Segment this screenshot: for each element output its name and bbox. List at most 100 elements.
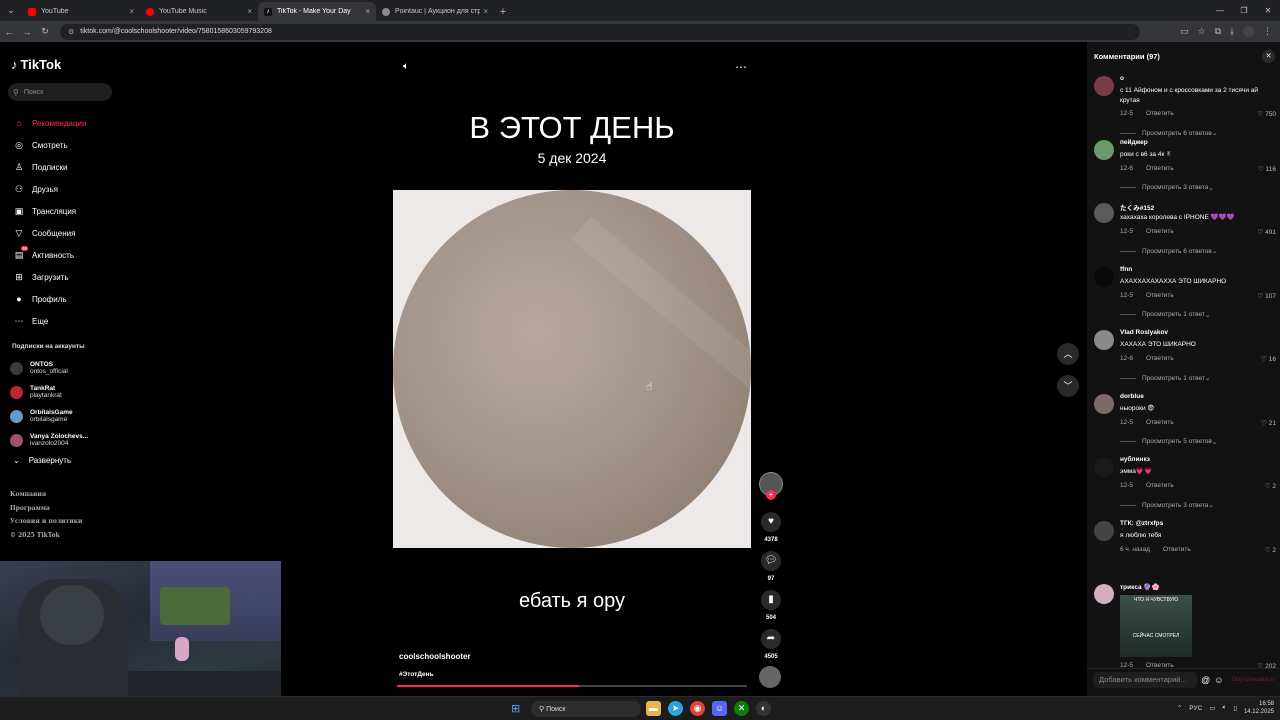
view-replies-button[interactable]: Просмотреть 1 ответ ⌄ [1120, 311, 1210, 319]
comment-username[interactable]: пейджер [1120, 139, 1148, 146]
taskbar-search[interactable]: ⚲ Поиск [531, 701, 641, 717]
tab-pointauc[interactable]: Pointauc | Аукцион для стрим... × [376, 2, 494, 21]
comment-like-button[interactable]: ♡ 2 [1265, 482, 1276, 490]
comment-like-button[interactable]: ♡ 2 [1265, 546, 1276, 554]
reply-button[interactable]: Ответить [1146, 419, 1174, 426]
forward-icon[interactable]: → [18, 27, 36, 37]
comment-username[interactable]: ffnn [1120, 266, 1132, 273]
avatar[interactable] [1094, 203, 1114, 223]
avatar[interactable] [1094, 330, 1114, 350]
view-replies-button[interactable]: Просмотреть 3 ответа ⌄ [1120, 184, 1214, 192]
reply-button[interactable]: Ответить [1163, 546, 1191, 553]
close-window-icon[interactable]: ✕ [1256, 0, 1280, 21]
close-tab-icon[interactable]: × [483, 7, 488, 16]
comment-username[interactable]: dorblue [1120, 393, 1144, 400]
nav-item[interactable]: ⊞ Загрузить [12, 266, 86, 288]
reply-button[interactable]: Ответить [1146, 110, 1174, 117]
reply-button[interactable]: Ответить [1146, 292, 1174, 299]
like-button[interactable]: ♥ 4378 [758, 512, 784, 543]
xbox-icon[interactable]: ✕ [734, 701, 749, 716]
telegram-icon[interactable]: ➤ [668, 701, 683, 716]
emoji-icon[interactable]: ☺ [1214, 675, 1223, 685]
video-player[interactable] [393, 190, 751, 548]
save-button[interactable]: ▮ 504 [758, 590, 784, 621]
file-explorer-icon[interactable]: ▬ [646, 701, 661, 716]
view-replies-button[interactable]: Просмотреть 3 ответа ⌄ [1120, 501, 1214, 509]
volume-icon[interactable]: 🔈︎ [403, 61, 409, 72]
nav-item[interactable]: ◎ Смотреть [12, 134, 86, 156]
comment-like-button[interactable]: ♡ 16 [1261, 355, 1276, 363]
avatar[interactable] [1094, 76, 1114, 96]
comment-username[interactable]: о [1120, 75, 1124, 82]
nav-item[interactable]: ⚇ Друзья [12, 178, 86, 200]
search-input[interactable]: ⚲ Поиск [8, 83, 112, 101]
reply-button[interactable]: Ответить [1146, 165, 1174, 172]
comment-like-button[interactable]: ♡ 491 [1258, 228, 1277, 236]
footer-link[interactable]: Программа [10, 502, 82, 516]
avatar[interactable] [1094, 584, 1114, 604]
avatar[interactable] [1094, 266, 1114, 287]
next-video-button[interactable]: ﹀ [1057, 375, 1079, 397]
battery-icon[interactable]: ▯ [1233, 704, 1237, 712]
maximize-icon[interactable]: ❐ [1232, 0, 1256, 21]
comment-button[interactable]: 💬︎ 97 [758, 551, 784, 582]
address-bar[interactable]: ⚙ tiktok.com/@coolschoolshooter/video/75… [60, 23, 1140, 40]
footer-link[interactable]: Компания [10, 488, 82, 502]
close-tab-icon[interactable]: × [247, 7, 252, 16]
minimize-icon[interactable]: — [1208, 0, 1232, 21]
tab-search-icon[interactable]: ⌄ [0, 0, 22, 21]
reload-icon[interactable]: ↻ [36, 26, 54, 37]
tab-youtube-music[interactable]: YouTube Music × [140, 2, 258, 21]
network-icon[interactable]: ▭ [1209, 704, 1215, 712]
windows-start-icon[interactable]: ⊞ [511, 703, 523, 715]
cast-icon[interactable]: ▭ [1180, 26, 1189, 37]
comment-like-button[interactable]: ♡ 107 [1258, 292, 1277, 300]
avatar[interactable] [1094, 393, 1114, 414]
nav-item[interactable]: ▤ 99 Активность [12, 244, 86, 266]
volume-tray-icon[interactable]: 🔈︎ [1222, 704, 1226, 712]
view-replies-button[interactable]: Просмотреть 6 ответов ⌄ [1120, 129, 1217, 137]
comment-username[interactable]: нублинкз [1120, 456, 1150, 463]
view-replies-button[interactable]: Просмотреть 6 ответов ⌄ [1120, 247, 1217, 255]
view-replies-button[interactable]: Просмотреть 5 ответов ⌄ [1120, 438, 1217, 446]
comment-like-button[interactable]: ♡ 21 [1261, 419, 1276, 427]
subscription-item[interactable]: Vanya Zolochevs... ivanzolo2004 [10, 428, 88, 452]
comment-username[interactable]: ТГК: @ztrxfps [1120, 520, 1163, 527]
subscription-item[interactable]: ONTOS ontos_official [10, 356, 88, 380]
mention-icon[interactable]: @ [1201, 675, 1210, 685]
discord-icon[interactable]: ☺ [712, 701, 727, 716]
close-tab-icon[interactable]: × [365, 7, 370, 16]
nav-item[interactable]: ● Профиль [12, 288, 86, 310]
reply-button[interactable]: Ответить [1146, 482, 1174, 489]
video-hashtag[interactable]: #ЭтотДень [399, 671, 434, 678]
tiktok-logo[interactable]: ♪ TikTok [11, 57, 61, 72]
video-more-icon[interactable]: ⋯ [735, 60, 747, 74]
nav-item[interactable]: ▣ Трансляция [12, 200, 86, 222]
avatar[interactable] [1094, 520, 1114, 541]
nav-item[interactable]: ⌂ Рекомендации [12, 112, 86, 134]
avatar[interactable] [1094, 457, 1114, 477]
follow-plus-icon[interactable]: + [766, 490, 776, 500]
video-author[interactable]: coolschoolshooter [399, 652, 471, 661]
comment-input[interactable]: Добавить комментарий... [1093, 671, 1198, 688]
footer-link[interactable]: Условия и политики [10, 515, 82, 529]
chrome-icon[interactable]: ◉ [690, 701, 705, 716]
expand-button[interactable]: ⌄ Развернуть [13, 456, 71, 465]
comment-username[interactable]: трикса 🔮🌸 [1120, 583, 1160, 591]
subscription-item[interactable]: OrbitalsGame orbitalsgame [10, 404, 88, 428]
reply-button[interactable]: Ответить [1146, 355, 1174, 362]
view-replies-button[interactable]: Просмотреть 1 ответ ⌄ [1120, 374, 1210, 382]
tray-chevron-icon[interactable]: ⌃ [1177, 704, 1182, 712]
new-tab-button[interactable]: + [494, 2, 512, 21]
reply-button[interactable]: Ответить [1146, 228, 1174, 235]
video-progress-bar[interactable] [397, 685, 747, 687]
clock[interactable]: 16:58 14.12.2025 [1244, 700, 1274, 716]
comment-like-button[interactable]: ♡ 750 [1258, 110, 1277, 118]
bookmark-star-icon[interactable]: ☆ [1198, 26, 1206, 37]
share-button[interactable]: ➦ 4505 [758, 629, 784, 660]
comment-username[interactable]: たくみ#152 [1120, 202, 1154, 212]
comment-username[interactable]: Vlad Roslyakov [1120, 329, 1168, 336]
tab-tiktok[interactable]: ♪ TikTok - Make Your Day × [258, 2, 376, 21]
close-comments-icon[interactable]: ✕ [1262, 50, 1275, 63]
avatar[interactable] [1094, 139, 1114, 160]
